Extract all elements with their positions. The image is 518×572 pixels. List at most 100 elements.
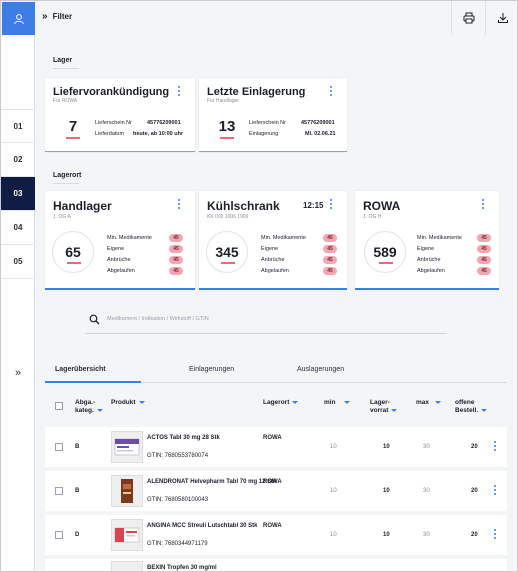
tab-einlagerungen[interactable]: Einlagerungen — [189, 366, 234, 373]
stat-badge: 45 — [169, 256, 183, 264]
section-divider — [53, 68, 79, 69]
more-options-icon[interactable] — [329, 199, 333, 209]
column-header-produkt[interactable]: Produkt — [111, 399, 145, 407]
sort-caret-icon — [391, 408, 398, 412]
rail-item-04[interactable]: 04 — [1, 211, 35, 245]
product-image — [111, 561, 143, 571]
cell-max: 30 — [423, 444, 430, 450]
stat-badge: 45 — [477, 245, 491, 253]
header-label: Lager- vorrat — [370, 399, 390, 414]
column-header-lagerort[interactable]: Lagerort — [263, 399, 299, 407]
cell-kategorie: B — [75, 488, 80, 494]
tab-bar: Lagerübersicht Einlagerungen Auslagerung… — [45, 363, 507, 383]
card-bottom-border — [199, 151, 347, 152]
filter-label: Filter — [52, 12, 73, 21]
count-underline — [221, 262, 235, 264]
table-row[interactable]: B ALENDRONAT Helvepharm Tabl 70 mg 12 St… — [45, 471, 507, 511]
column-header-min[interactable]: min — [324, 399, 350, 407]
kv-label: Lieferschein Nr — [249, 120, 286, 126]
stat-label: Eigene — [261, 246, 279, 252]
card-liefervorankuendigung: Liefervorankündigung Für ROWA 7 Liefersc… — [45, 78, 195, 152]
product-image — [111, 475, 143, 507]
header-label: Lagerort — [263, 399, 290, 406]
card-time: 12:15 — [303, 201, 324, 210]
more-options-icon[interactable] — [177, 199, 181, 209]
cell-offene-bestellungen: 20 — [471, 444, 478, 450]
tab-auslagerungen[interactable]: Auslagerungen — [297, 366, 344, 373]
row-more-icon[interactable] — [493, 441, 497, 451]
stock-count: 65 — [65, 244, 81, 260]
product-name[interactable]: BEXIN Tropfen 30 mg/ml — [147, 565, 277, 571]
section-title-lagerort: Lagerort — [53, 172, 82, 179]
cell-lagervorrat: 10 — [383, 444, 390, 450]
stat-badge: 45 — [477, 234, 491, 242]
card-letzte-einlagerung: Letzte Einlagerung Für Handlager 13 Lief… — [199, 78, 347, 152]
product-name[interactable]: ALENDRONAT Helvepharm Tabl 70 mg 12 Stk — [147, 479, 277, 486]
double-chevron-right-icon: » — [42, 11, 48, 22]
rail-item-02[interactable]: 02 — [1, 143, 35, 177]
left-rail: 01 02 03 04 05 » — [1, 1, 35, 571]
rail-item-03[interactable]: 03 — [1, 177, 35, 211]
kv-label: Lieferdatum — [95, 131, 125, 137]
select-all-checkbox[interactable] — [55, 402, 63, 410]
column-header-lagervorrat[interactable]: Lager- vorrat — [370, 399, 398, 415]
section-title-lager: Lager — [53, 57, 73, 64]
print-icon[interactable] — [451, 1, 485, 35]
stat-badge: 45 — [477, 256, 491, 264]
stat-label: Abgelaufen — [261, 268, 289, 274]
row-more-icon[interactable] — [493, 529, 497, 539]
row-more-icon[interactable] — [493, 485, 497, 495]
cell-kategorie: D — [75, 532, 80, 538]
active-tab-indicator — [45, 381, 141, 383]
row-checkbox[interactable] — [55, 443, 63, 451]
count-circle: 345 — [206, 231, 248, 273]
count-underline — [379, 262, 393, 264]
search-bar[interactable]: Medikament / Indikation / Wirkstoff / GT… — [85, 310, 447, 334]
card-rowa: ROWA 1. OG H 589 Min. Medikamente 45 Eig… — [355, 191, 499, 290]
kv-value: 45776209001 — [301, 120, 335, 126]
cell-lagervorrat: 10 — [383, 488, 390, 494]
more-options-icon[interactable] — [481, 199, 485, 209]
rail-nav: 01 02 03 04 05 — [1, 109, 35, 279]
column-header-max[interactable]: max — [416, 399, 442, 407]
filter-toggle[interactable]: » Filter — [42, 11, 72, 22]
user-icon[interactable] — [2, 2, 35, 35]
table-row[interactable]: D ANGINA MCC Streuli Lutschtabl 30 Stk G… — [45, 515, 507, 555]
tab-lageruebersicht[interactable]: Lagerübersicht — [55, 366, 106, 373]
cell-lagerort: ROWA — [263, 479, 282, 485]
card-bottom-border — [45, 151, 195, 152]
sort-caret-icon — [292, 400, 299, 404]
card-title: Kühlschrank — [207, 199, 280, 213]
card-accent-border — [199, 288, 347, 290]
more-options-icon[interactable] — [329, 86, 333, 96]
row-checkbox[interactable] — [55, 487, 63, 495]
stat-label: Abgelaufen — [107, 268, 135, 274]
column-header-offene-bestellungen[interactable]: offene Bestell. — [455, 399, 489, 415]
product-name[interactable]: ANGINA MCC Streuli Lutschtabl 30 Stk — [147, 523, 277, 530]
column-header-abgabekategorie[interactable]: Abga.- kateg. — [75, 399, 111, 415]
sort-caret-icon — [96, 408, 103, 412]
kv-label: Einlagerung — [249, 131, 279, 137]
stat-label: Abgelaufen — [417, 268, 445, 274]
product-gtin: GTIN: 7680344971179 — [147, 541, 208, 547]
top-bar: » Filter — [35, 1, 517, 35]
row-checkbox[interactable] — [55, 531, 63, 539]
stat-badge: 45 — [323, 256, 337, 264]
count-circle: 589 — [364, 231, 406, 273]
sort-caret-icon — [481, 408, 488, 412]
table-row[interactable]: BEXIN Tropfen 30 mg/ml — [45, 559, 507, 571]
rail-item-05[interactable]: 05 — [1, 245, 35, 279]
cell-min: 10 — [330, 488, 337, 494]
stat-label: Eigene — [107, 246, 125, 252]
stat-label: Anbrüche — [417, 257, 441, 263]
table-row[interactable]: B ACTOS Tabl 30 mg 28 Stk GTIN: 76805537… — [45, 427, 507, 467]
product-name[interactable]: ACTOS Tabl 30 mg 28 Stk — [147, 435, 277, 442]
stock-count: 589 — [373, 244, 397, 260]
card-subtitle: Für Handlager — [207, 98, 239, 104]
download-icon[interactable] — [485, 1, 517, 35]
rail-item-01[interactable]: 01 — [1, 109, 35, 143]
more-options-icon[interactable] — [177, 86, 181, 96]
section-divider — [53, 183, 79, 184]
product-gtin: GTIN: 7680580100043 — [147, 497, 209, 503]
expand-rail-icon[interactable]: » — [1, 367, 35, 379]
